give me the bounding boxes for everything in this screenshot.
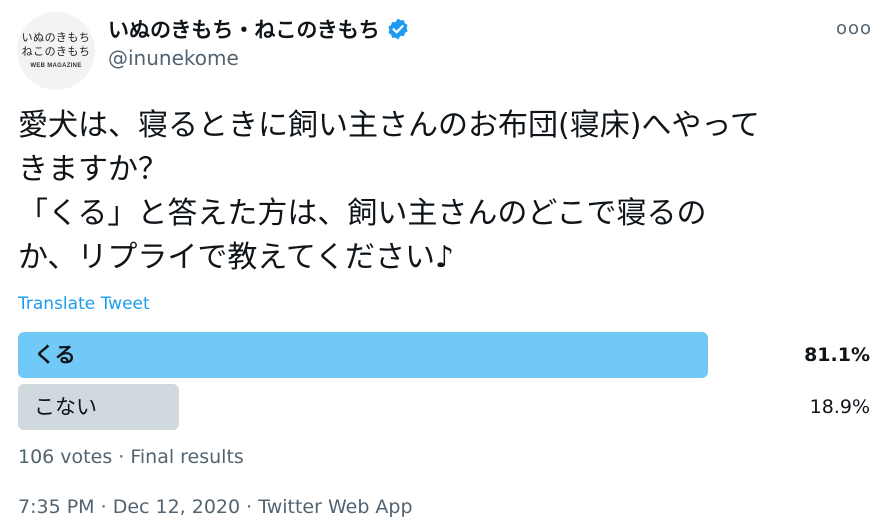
meta-separator: · (240, 496, 259, 518)
poll-summary: 106 votes · Final results (18, 446, 244, 468)
tweet-time[interactable]: 7:35 PM (18, 496, 95, 518)
display-name[interactable]: いぬのきもち・ねこのきもち (108, 14, 380, 44)
more-options-icon[interactable]: ooo (836, 18, 872, 39)
poll-result-bar (18, 332, 708, 378)
tweet-meta: 7:35 PM · Dec 12, 2020 · Twitter Web App (18, 496, 413, 518)
tweet-text-line: 「くる」と答えた方は、飼い主さんのどこで寝るの (18, 196, 707, 231)
verified-badge-icon (386, 17, 410, 41)
tweet-text-line: きますか？ (18, 152, 168, 187)
tweet-card: いぬのきもち ねこのきもち WEB MAGAZINE いぬのきもち・ねこのきもち… (0, 0, 890, 532)
avatar-text-line3: WEB MAGAZINE (30, 63, 82, 69)
tweet-text-line: 愛犬は、寝るときに飼い主さんのお布団(寝床)へやって (18, 108, 760, 143)
account-handle[interactable]: @inunekome (108, 46, 239, 70)
avatar-text-line1: いぬのきもち (21, 31, 91, 44)
translate-tweet-link[interactable]: Translate Tweet (18, 294, 150, 314)
meta-separator: · (94, 496, 113, 518)
avatar-text-line2: ねこのきもち (21, 45, 91, 58)
poll-option-label: くる (34, 343, 76, 367)
poll-option-percent: 18.9% (809, 396, 870, 418)
poll-option-percent: 81.1% (804, 344, 870, 366)
tweet-text: 愛犬は、寝るときに飼い主さんのお布団(寝床)へやって きますか？ 「くる」と答え… (18, 104, 878, 280)
poll-option-kuru: くる 81.1% (18, 332, 870, 378)
poll-option-konai: こない 18.9% (18, 384, 870, 430)
avatar[interactable]: いぬのきもち ねこのきもち WEB MAGAZINE (17, 12, 95, 90)
tweet-text-line: か、リプライで教えてください♪ (18, 240, 455, 275)
name-row: いぬのきもち・ねこのきもち (108, 14, 410, 44)
source-app-link[interactable]: Twitter Web App (258, 496, 412, 518)
poll-option-label: こない (34, 395, 97, 419)
tweet-date[interactable]: Dec 12, 2020 (113, 496, 240, 518)
